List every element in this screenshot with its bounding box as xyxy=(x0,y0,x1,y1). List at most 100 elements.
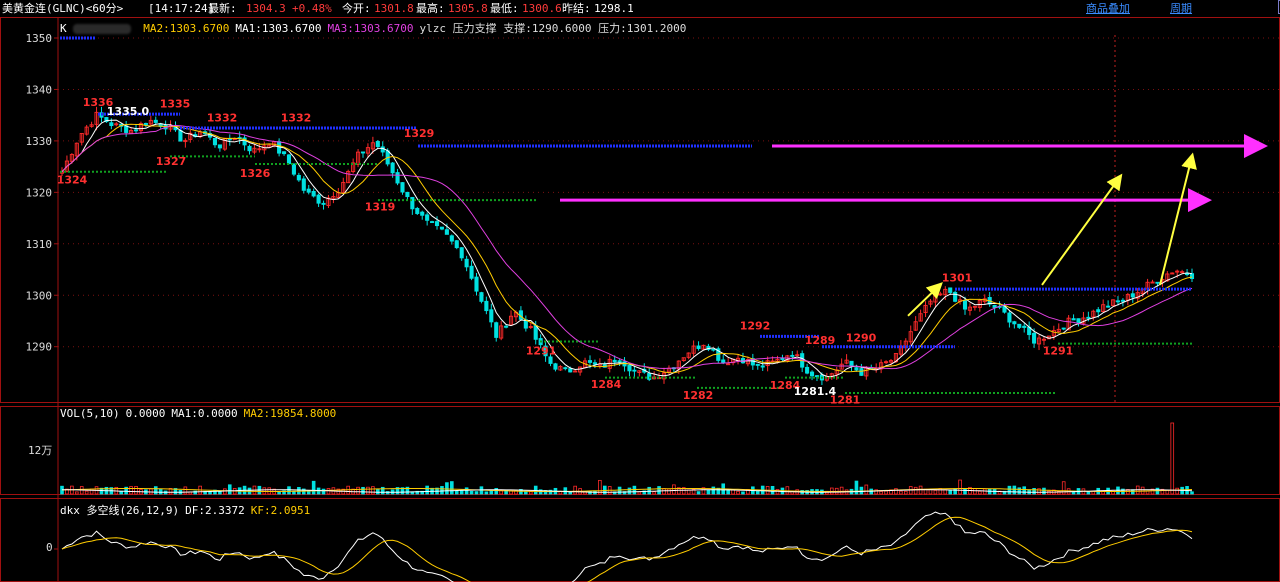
volume-bar xyxy=(963,488,967,495)
volume-bar xyxy=(376,488,380,495)
open-value: 1301.8 xyxy=(374,2,414,15)
candle xyxy=(647,368,652,382)
volume-bar xyxy=(440,486,444,495)
quote-time: [14:17:24] xyxy=(148,2,215,15)
price-annotation: 1332 xyxy=(281,111,312,124)
ma3-line xyxy=(61,124,1193,370)
volume-bar xyxy=(267,487,272,495)
candle xyxy=(967,303,972,316)
volume-bar xyxy=(474,491,479,495)
candle xyxy=(1036,334,1042,351)
volume-bar xyxy=(1032,488,1036,495)
volume-bar xyxy=(933,489,938,495)
candle xyxy=(573,369,578,373)
prev-settle-label: 昨结: xyxy=(562,2,591,15)
price-annotation: 1291 xyxy=(1043,344,1074,357)
candle xyxy=(400,182,405,195)
y-tick-label: 1300 xyxy=(26,289,53,302)
candle xyxy=(938,291,943,296)
candle xyxy=(884,360,889,365)
candle xyxy=(1180,269,1185,274)
kline-chart[interactable]: 135013401330132013101300129013361335.013… xyxy=(0,17,1280,582)
candle xyxy=(484,296,489,315)
candle xyxy=(1189,268,1195,283)
volume-bar xyxy=(1175,487,1179,495)
period-link[interactable]: 周期 xyxy=(1170,0,1192,17)
volume-bar xyxy=(459,490,464,495)
candle xyxy=(183,138,188,148)
volume-bar xyxy=(652,491,656,495)
candle xyxy=(84,124,89,136)
candle xyxy=(464,255,469,272)
candle xyxy=(415,206,420,216)
candle xyxy=(405,191,410,200)
candle xyxy=(898,340,903,357)
candle xyxy=(691,340,696,357)
candle xyxy=(637,370,642,377)
volume-bar xyxy=(1190,491,1194,495)
volume-bar xyxy=(839,486,844,495)
candle xyxy=(153,116,158,125)
volume-bar xyxy=(262,487,267,495)
candle xyxy=(903,338,908,352)
price-annotation: 1289 xyxy=(805,334,836,347)
ma2-line xyxy=(61,123,1193,374)
candle xyxy=(301,176,306,194)
candle xyxy=(311,188,316,198)
volume-bar xyxy=(864,484,869,495)
volume-bar xyxy=(1012,485,1017,495)
instrument-title: 美黄金连(GLNC)<60分> xyxy=(2,2,124,15)
volume-bar xyxy=(1140,486,1145,495)
candle xyxy=(750,353,755,370)
candle xyxy=(1091,309,1096,321)
volume-bar xyxy=(755,491,760,495)
commodity-overlay-link[interactable]: 商品叠加 xyxy=(1086,0,1130,17)
volume-bar xyxy=(158,488,163,495)
candle xyxy=(351,158,356,174)
candle xyxy=(188,129,193,143)
volume-bar xyxy=(134,485,138,495)
candle xyxy=(908,325,913,345)
volume-bar xyxy=(366,486,370,495)
low-label: 最低: xyxy=(490,2,519,15)
candle xyxy=(247,144,252,155)
candle xyxy=(316,193,321,207)
candle xyxy=(839,358,844,370)
price-annotation: 1319 xyxy=(365,200,396,213)
candle xyxy=(578,366,583,376)
candle xyxy=(286,154,292,165)
volume-bar xyxy=(153,486,158,495)
volume-bar xyxy=(741,491,745,495)
high-label: 最高: xyxy=(416,2,445,15)
candle xyxy=(913,316,918,331)
trend-arrow-2 xyxy=(1041,173,1123,286)
open-label: 今开: xyxy=(342,2,371,15)
volume-bar xyxy=(425,485,429,495)
candle xyxy=(563,366,568,371)
volume-bar xyxy=(1017,487,1022,495)
candle xyxy=(1012,320,1017,329)
dkx-df-line xyxy=(61,511,1193,582)
candle xyxy=(740,352,746,364)
candle xyxy=(800,350,805,373)
candle xyxy=(1125,292,1130,306)
candle xyxy=(805,363,810,375)
volume-bar xyxy=(361,486,365,495)
candle xyxy=(326,194,331,209)
candle xyxy=(119,123,124,132)
candle xyxy=(1027,321,1032,340)
price-annotation: 1335.0 xyxy=(107,105,150,118)
candle xyxy=(706,343,711,352)
trend-arrow-3 xyxy=(1159,152,1197,286)
candle xyxy=(923,301,928,318)
price-annotation: 1290 xyxy=(846,332,877,345)
candle xyxy=(553,362,558,372)
candle xyxy=(1022,323,1027,333)
volume-bar xyxy=(450,481,454,495)
volume-bar xyxy=(563,487,568,495)
dkx-panel-frame xyxy=(0,498,1280,582)
volume-bar xyxy=(129,486,133,495)
price-annotation: 1329 xyxy=(404,127,435,140)
candle xyxy=(252,144,257,155)
candle xyxy=(958,295,963,305)
